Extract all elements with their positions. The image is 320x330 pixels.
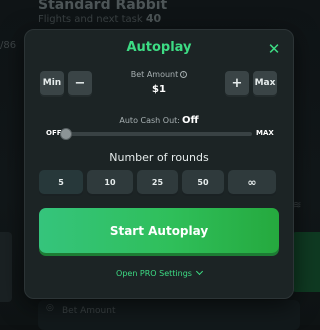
open-pro-settings-link[interactable]: Open PRO Settings xyxy=(25,269,293,278)
cash-out-slider-track[interactable] xyxy=(62,132,252,136)
auto-cash-out-label: Auto Cash Out:Off xyxy=(25,115,293,126)
round-option-25[interactable]: 25 xyxy=(137,170,178,194)
chip-icon: ◎ xyxy=(46,303,54,313)
cash-out-slider-thumb[interactable] xyxy=(60,128,72,140)
round-option-5[interactable]: 5 xyxy=(39,170,83,194)
max-bet-button[interactable]: Max xyxy=(253,71,277,95)
side-panel-left xyxy=(0,232,12,302)
round-option-50[interactable]: 50 xyxy=(182,170,224,194)
info-icon[interactable]: i xyxy=(180,71,187,78)
auto-cash-out-value: Off xyxy=(182,115,199,126)
left-edge-text: /86 xyxy=(0,40,16,51)
start-autoplay-button[interactable]: Start Autoplay xyxy=(39,208,279,253)
autoplay-modal: Autoplay ✕ Min − Bet Amounti $1 + Max Au… xyxy=(24,29,294,299)
slider-max-label: MAX xyxy=(256,129,274,137)
close-icon[interactable]: ✕ xyxy=(267,42,281,56)
rounds-label: Number of rounds xyxy=(25,151,293,164)
wifi-icon: ≋ xyxy=(293,200,301,211)
chevron-down-icon xyxy=(196,268,203,275)
game-subtitle: Flights and next task 40 xyxy=(38,12,161,25)
modal-title: Autoplay xyxy=(25,40,293,55)
side-panel-right xyxy=(292,232,320,292)
round-option-10[interactable]: 10 xyxy=(87,170,133,194)
background-bet-label: Bet Amount xyxy=(62,306,115,316)
round-option-infinite[interactable]: ∞ xyxy=(228,170,276,194)
rounds-options: 5 10 25 50 ∞ xyxy=(39,170,280,194)
increase-bet-button[interactable]: + xyxy=(225,71,249,95)
